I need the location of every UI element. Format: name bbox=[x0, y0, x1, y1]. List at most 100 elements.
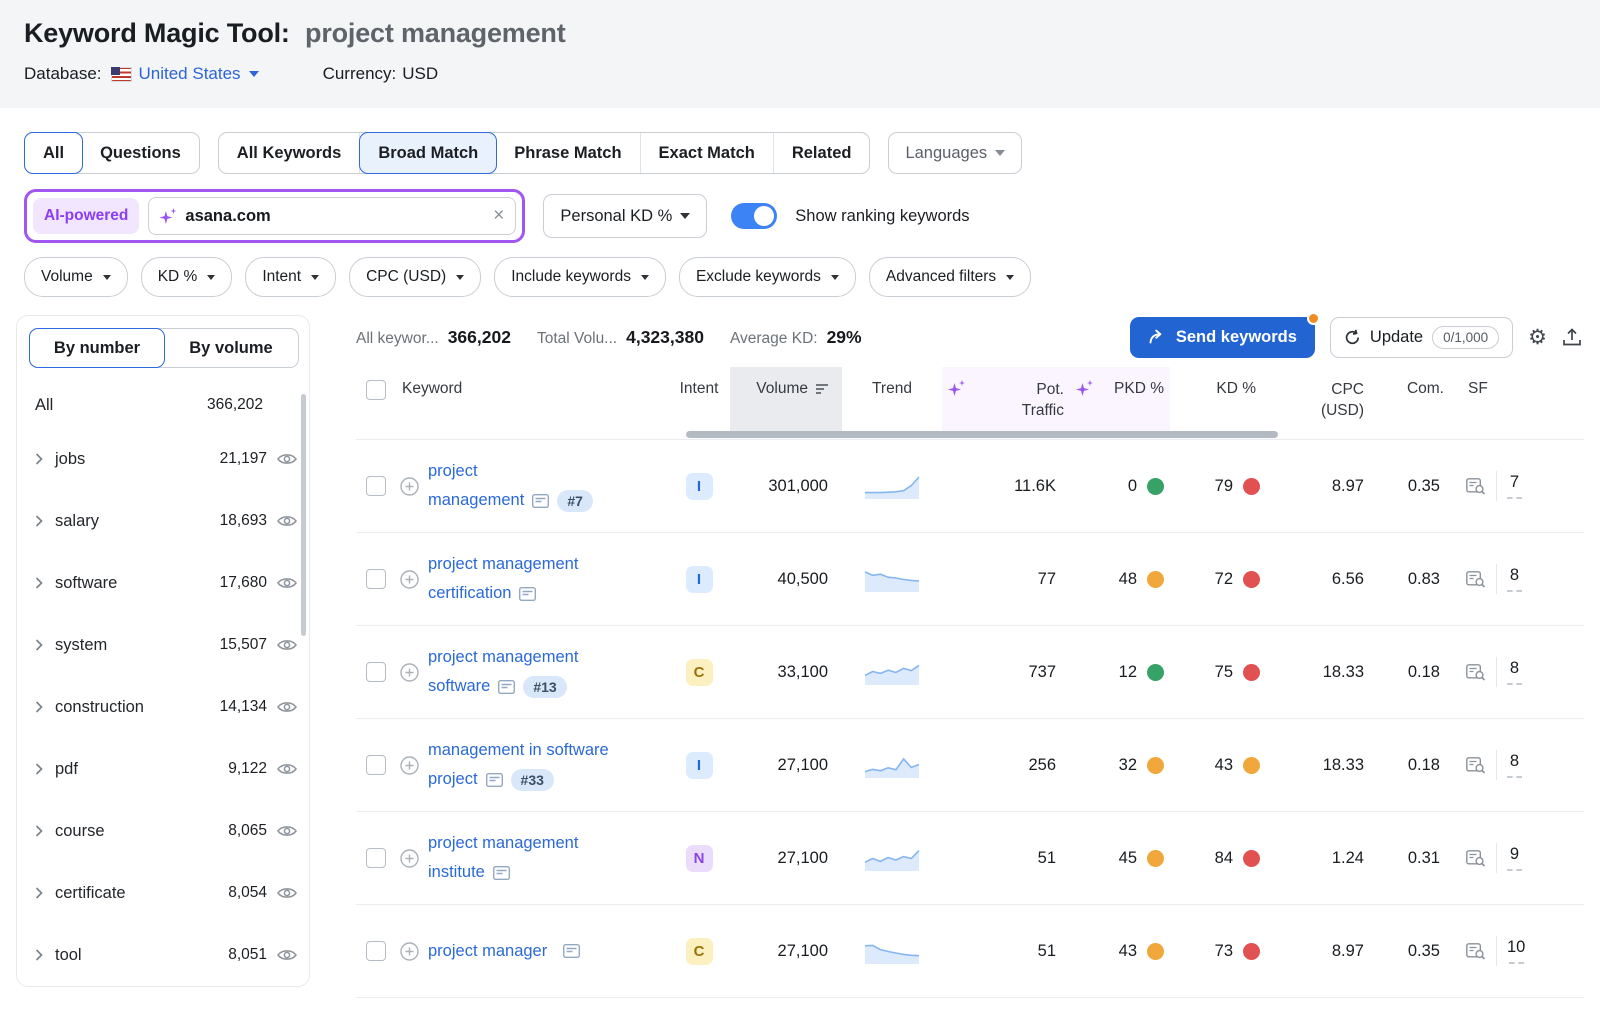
col-volume[interactable]: Volume bbox=[730, 367, 842, 431]
col-trend[interactable]: Trend bbox=[842, 367, 942, 398]
col-cpc[interactable]: CPC (USD) bbox=[1266, 367, 1378, 422]
select-all-checkbox[interactable] bbox=[366, 380, 386, 400]
keyword-cell: project management #7 bbox=[400, 457, 668, 515]
serp-preview-icon[interactable] bbox=[486, 773, 503, 787]
keyword-link[interactable]: management bbox=[428, 486, 524, 515]
add-keyword-icon[interactable] bbox=[400, 477, 419, 496]
keyword-group-row[interactable]: course 8,065 bbox=[29, 800, 299, 862]
eye-icon[interactable] bbox=[277, 452, 297, 466]
eye-icon[interactable] bbox=[277, 576, 297, 590]
add-keyword-icon[interactable] bbox=[400, 849, 419, 868]
stat-value: 366,202 bbox=[448, 327, 511, 348]
keyword-group-row[interactable]: salary 18,693 bbox=[29, 490, 299, 552]
eye-icon[interactable] bbox=[277, 638, 297, 652]
keyword-link[interactable]: project bbox=[428, 765, 478, 794]
keyword-link[interactable]: project management bbox=[428, 829, 578, 858]
match-type-tab[interactable]: Phrase Match bbox=[496, 133, 640, 173]
filter-dropdown[interactable]: Volume bbox=[24, 257, 128, 297]
keyword-group-row[interactable]: jobs 21,197 bbox=[29, 428, 299, 490]
filter-label: Advanced filters bbox=[886, 268, 996, 286]
domain-input[interactable] bbox=[185, 207, 485, 226]
languages-dropdown[interactable]: Languages bbox=[888, 132, 1022, 174]
clear-input-icon[interactable]: × bbox=[493, 205, 504, 227]
keyword-group-row[interactable]: construction 14,134 bbox=[29, 676, 299, 738]
intent-badge: N bbox=[686, 845, 713, 872]
update-button[interactable]: Update 0/1,000 bbox=[1330, 317, 1513, 358]
col-keyword[interactable]: Keyword bbox=[400, 367, 668, 398]
ranking-toggle[interactable] bbox=[731, 203, 777, 229]
serp-preview-icon[interactable] bbox=[493, 866, 510, 880]
keyword-link[interactable]: project bbox=[428, 457, 478, 486]
row-checkbox[interactable] bbox=[366, 755, 386, 775]
keyword-type-tab[interactable]: All bbox=[24, 132, 83, 174]
eye-icon[interactable] bbox=[277, 824, 297, 838]
group-all-row[interactable]: All 366,202 bbox=[29, 382, 299, 428]
serp-preview-icon[interactable] bbox=[563, 944, 580, 958]
serp-preview-icon[interactable] bbox=[532, 494, 549, 508]
eye-icon[interactable] bbox=[277, 886, 297, 900]
eye-icon[interactable] bbox=[277, 948, 297, 962]
personal-kd-dropdown[interactable]: Personal KD % bbox=[543, 194, 707, 238]
match-type-tab[interactable]: Exact Match bbox=[641, 133, 774, 173]
add-keyword-icon[interactable] bbox=[400, 756, 419, 775]
serp-preview-icon[interactable] bbox=[498, 680, 515, 694]
settings-gear-icon[interactable]: ⚙ bbox=[1528, 327, 1547, 348]
ai-sparkle-icon bbox=[948, 380, 965, 397]
serp-features-icon[interactable] bbox=[1466, 757, 1486, 774]
keyword-group-row[interactable]: certificate 8,054 bbox=[29, 862, 299, 924]
keyword-link[interactable]: project management bbox=[428, 643, 578, 672]
horizontal-scrollbar[interactable] bbox=[686, 431, 1278, 438]
keyword-group-row[interactable]: pdf 9,122 bbox=[29, 738, 299, 800]
filter-dropdown[interactable]: CPC (USD) bbox=[349, 257, 481, 297]
match-type-tab[interactable]: All Keywords bbox=[219, 133, 361, 173]
row-checkbox[interactable] bbox=[366, 569, 386, 589]
serp-features-icon[interactable] bbox=[1466, 571, 1486, 588]
export-icon[interactable] bbox=[1562, 328, 1582, 347]
serp-features-icon[interactable] bbox=[1466, 664, 1486, 681]
col-intent[interactable]: Intent bbox=[668, 367, 730, 398]
filter-dropdown[interactable]: Exclude keywords bbox=[679, 257, 856, 297]
add-keyword-icon[interactable] bbox=[400, 663, 419, 682]
keyword-link[interactable]: project manager bbox=[428, 937, 547, 966]
filter-dropdown[interactable]: Intent bbox=[245, 257, 336, 297]
keyword-group-row[interactable]: tool 8,051 bbox=[29, 924, 299, 986]
filter-dropdown[interactable]: Include keywords bbox=[494, 257, 666, 297]
keyword-group-row[interactable]: system 15,507 bbox=[29, 614, 299, 676]
col-kd[interactable]: KD % bbox=[1170, 367, 1266, 398]
row-checkbox[interactable] bbox=[366, 848, 386, 868]
match-type-tab[interactable]: Related bbox=[774, 133, 870, 173]
keyword-link[interactable]: certification bbox=[428, 579, 511, 608]
by-volume-tab[interactable]: By volume bbox=[164, 329, 298, 367]
col-pot-traffic[interactable]: Pot. Traffic bbox=[942, 367, 1070, 431]
chevron-down-icon bbox=[1006, 275, 1014, 280]
filter-dropdown[interactable]: Advanced filters bbox=[869, 257, 1031, 297]
serp-features-icon[interactable] bbox=[1466, 850, 1486, 867]
serp-preview-icon[interactable] bbox=[519, 587, 536, 601]
serp-features-icon[interactable] bbox=[1466, 478, 1486, 495]
col-sf[interactable]: SF bbox=[1454, 367, 1558, 398]
chevron-right-icon bbox=[35, 515, 43, 527]
filter-dropdown[interactable]: KD % bbox=[141, 257, 233, 297]
by-number-tab[interactable]: By number bbox=[29, 328, 165, 368]
match-type-tab[interactable]: Broad Match bbox=[359, 132, 497, 174]
send-keywords-button[interactable]: Send keywords bbox=[1130, 317, 1315, 358]
keyword-type-tab[interactable]: Questions bbox=[82, 133, 199, 173]
database-selector[interactable]: United States bbox=[139, 64, 259, 84]
eye-icon[interactable] bbox=[277, 700, 297, 714]
col-pkd[interactable]: PKD % bbox=[1070, 367, 1170, 431]
keyword-group-row[interactable]: software 17,680 bbox=[29, 552, 299, 614]
keyword-link[interactable]: management in software bbox=[428, 736, 609, 765]
keyword-link[interactable]: institute bbox=[428, 858, 485, 887]
sidebar-scrollbar[interactable] bbox=[301, 394, 306, 636]
col-com[interactable]: Com. bbox=[1378, 367, 1454, 398]
eye-icon[interactable] bbox=[277, 514, 297, 528]
keyword-link[interactable]: project management bbox=[428, 550, 578, 579]
keyword-link[interactable]: software bbox=[428, 672, 490, 701]
row-checkbox[interactable] bbox=[366, 476, 386, 496]
serp-features-icon[interactable] bbox=[1466, 943, 1486, 960]
eye-icon[interactable] bbox=[277, 762, 297, 776]
add-keyword-icon[interactable] bbox=[400, 570, 419, 589]
row-checkbox[interactable] bbox=[366, 941, 386, 961]
add-keyword-icon[interactable] bbox=[400, 942, 419, 961]
row-checkbox[interactable] bbox=[366, 662, 386, 682]
